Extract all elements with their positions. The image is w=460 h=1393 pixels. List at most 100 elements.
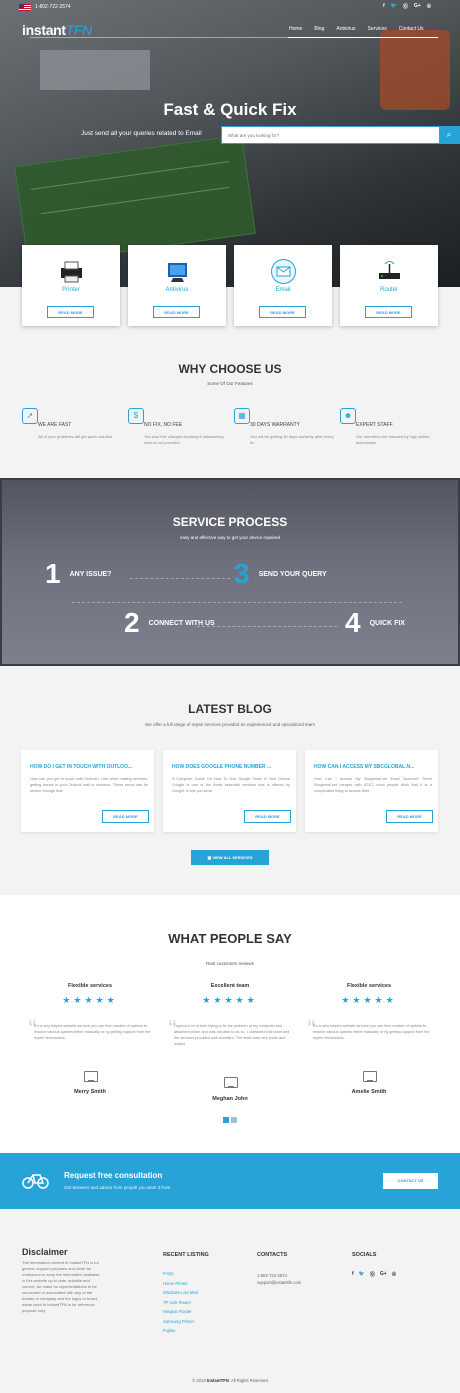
testimonial-text: It's a very helpful website as here you … <box>313 1024 430 1040</box>
top-social-links: f 🐦 ⓪ G+ ◎ <box>383 3 431 10</box>
nav-blog[interactable]: Blog <box>314 26 324 32</box>
service-card-router[interactable]: Router READ MORE <box>340 245 438 326</box>
hero-subtitle: Just send all your queries related to Em… <box>81 130 202 137</box>
service-card-printer[interactable]: Printer READ MORE <box>22 245 120 326</box>
nav-home[interactable]: Home <box>289 26 302 32</box>
hero-banner: 1-802-722-2574 f 🐦 ⓪ G+ ◎ instantTFN Hom… <box>0 0 460 287</box>
feature-desc: All of your problems will get quick solu… <box>38 434 113 439</box>
footer-link[interactable]: FAQs <box>163 1271 198 1281</box>
read-more-button[interactable]: READ MORE <box>47 306 94 318</box>
copyright-brand: InstantTFN <box>206 1378 229 1383</box>
avatar-icon <box>84 1071 98 1082</box>
google-plus-icon[interactable]: G+ <box>414 3 421 10</box>
testimonial-text: I spend a lot of time trying to fix the … <box>174 1024 290 1046</box>
read-more-button[interactable]: READ MORE <box>365 306 412 318</box>
contact-details: 1-802-722-2574 support@instanttfn.com <box>257 1272 301 1286</box>
contact-phone[interactable]: 1-802-722-2574 <box>257 1272 301 1279</box>
feature-desc: You won't be charged anything if adiadan… <box>144 434 224 445</box>
testimonial-card: Flexible services ★★★★★ “ It's a very he… <box>307 983 430 1095</box>
service-card-email[interactable]: Email READ MORE <box>234 245 332 326</box>
contact-us-button[interactable]: CONTACT US <box>383 1173 438 1189</box>
process-title: SERVICE PROCESS <box>172 515 288 529</box>
step-label: CONNECT WITH US <box>148 619 215 627</box>
search-button[interactable]: ⌕ <box>439 126 459 144</box>
carousel-dots <box>223 1117 237 1123</box>
process-connector <box>72 602 402 603</box>
avatar-icon <box>224 1077 238 1088</box>
service-label: Router <box>379 287 398 293</box>
testimonials-title: WHAT PEOPLE SAY <box>168 931 292 946</box>
site-logo[interactable]: instantTFN <box>22 22 92 38</box>
pinterest-icon[interactable]: ⓪ <box>370 1271 375 1278</box>
star-rating: ★★★★★ <box>341 995 397 1005</box>
testimonial-card: Flexible services ★★★★★ “ It's a very he… <box>28 983 151 1095</box>
process-step-1: 1 ANY ISSUE? <box>45 560 111 588</box>
blog-post-title[interactable]: HOW DOES GOOGLE PHONE NUMBER ... <box>172 764 290 770</box>
search-bar: ⌕ <box>221 126 460 144</box>
view-all-label: VIEW ALL SERVICES <box>212 855 253 860</box>
copyright: © 2019 InstantTFN. All Rights Reserved <box>0 1378 460 1383</box>
blog-subtitle: We offer a full range of repair services… <box>145 722 315 727</box>
footer-link[interactable]: Home Printer <box>163 1281 198 1291</box>
read-more-button[interactable]: READ MORE <box>102 810 149 823</box>
footer-link[interactable]: Netgear Router <box>163 1309 198 1319</box>
blog-post-title[interactable]: HOW DO I GET IN TOUCH WITH OUTLOO... <box>30 764 148 770</box>
calendar-icon: ▦ <box>234 408 250 424</box>
read-more-button[interactable]: READ MORE <box>259 306 306 318</box>
process-step-3: 3 SEND YOUR QUERY <box>234 560 327 588</box>
contacts-title: CONTACTS <box>257 1252 288 1258</box>
socials-title: SOCIALS <box>352 1252 377 1258</box>
blog-post-title[interactable]: HOW CAN I ACCESS MY SBCGLOBAL.N... <box>314 764 432 770</box>
footer-link[interactable]: Windows Live Mail <box>163 1290 198 1300</box>
google-plus-icon[interactable]: G+ <box>380 1271 387 1278</box>
nav-antivirus[interactable]: Antivirus <box>336 26 355 32</box>
staff-icon: ☻ <box>340 408 356 424</box>
hero-title: Fast & Quick Fix <box>163 100 297 119</box>
footer-link[interactable]: Samsung Printer <box>163 1319 198 1329</box>
us-flag-icon <box>19 4 31 11</box>
carousel-dot-active[interactable] <box>223 1117 229 1123</box>
blog-post-excerpt: How can you get in touch with Outlook? L… <box>30 777 148 793</box>
process-subtitle: easy and effective way to get your devic… <box>180 535 280 540</box>
twitter-icon[interactable]: 🐦 <box>359 1271 365 1278</box>
search-input[interactable] <box>222 127 440 143</box>
read-more-button[interactable]: READ MORE <box>244 810 291 823</box>
star-rating: ★★★★★ <box>62 995 118 1005</box>
pinterest-icon[interactable]: ⓪ <box>403 3 408 10</box>
instagram-icon[interactable]: ◎ <box>392 1271 396 1278</box>
phone-number[interactable]: 1-802-722-2574 <box>35 4 71 10</box>
consultation-banner: Request free consultation Get answers an… <box>0 1153 460 1209</box>
read-more-button[interactable]: READ MORE <box>153 306 200 318</box>
testimonial-heading: Flexible services <box>67 983 113 989</box>
service-card-antivirus[interactable]: Antivirus READ MORE <box>128 245 226 326</box>
why-subtitle: Some Of Our Features <box>207 381 253 386</box>
facebook-icon[interactable]: f <box>383 3 385 10</box>
testimonial-text: It's a very helpful website as here you … <box>34 1024 151 1040</box>
carousel-dot[interactable] <box>231 1117 237 1123</box>
footer-link[interactable]: Fujitsu <box>163 1328 198 1338</box>
service-process-section: SERVICE PROCESS easy and effective way t… <box>0 478 460 666</box>
read-more-button[interactable]: READ MORE <box>386 810 433 823</box>
step-number: 1 <box>45 558 61 589</box>
nav-contact[interactable]: Contact Us <box>399 26 424 32</box>
email-icon <box>271 259 296 284</box>
twitter-icon[interactable]: 🐦 <box>391 3 397 10</box>
testimonials-subtitle: Real customers reviews <box>206 961 254 966</box>
feature-title: WE ARE FAST <box>38 422 72 428</box>
recent-listing-title: RECENT LISTING <box>163 1252 209 1258</box>
contact-email[interactable]: support@instanttfn.com <box>257 1279 301 1286</box>
logo-accent: TFN <box>65 22 93 38</box>
view-all-services-button[interactable]: ▦ VIEW ALL SERVICES <box>191 850 269 865</box>
feature-title: NO FIX, NO FEE <box>144 422 183 428</box>
process-step-2: 2 CONNECT WITH US <box>124 609 215 637</box>
facebook-icon[interactable]: f <box>352 1271 354 1278</box>
why-title: WHY CHOOSE US <box>178 362 282 376</box>
process-step-4: 4 QUICK FIX <box>345 609 405 637</box>
step-number: 4 <box>345 607 361 638</box>
footer-link[interactable]: TP-Link Router <box>163 1300 198 1310</box>
blog-post-excerpt: How Can I Access My Sbcglobal.net Email … <box>314 777 432 793</box>
rocket-icon: ➚ <box>22 408 38 424</box>
instagram-icon[interactable]: ◎ <box>427 3 431 10</box>
nav-services[interactable]: Services <box>368 26 387 32</box>
testimonial-name: Meghan John <box>212 1096 248 1102</box>
